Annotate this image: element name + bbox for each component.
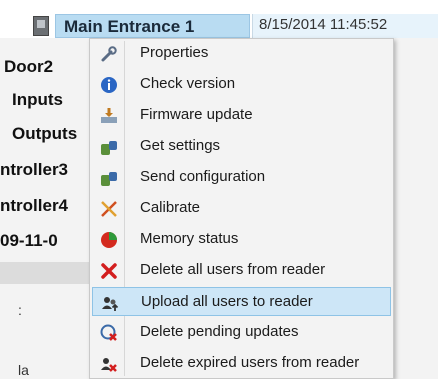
menu-item-delete-all-users[interactable]: Delete all users from reader — [92, 256, 391, 285]
selected-tree-node[interactable]: Main Entrance 1 — [55, 14, 250, 38]
menu-item-label: Delete pending updates — [140, 323, 299, 340]
upload-users-icon — [102, 297, 119, 311]
menu-item-send-configuration[interactable]: Send configuration — [92, 163, 391, 192]
menu-item-delete-pending-updates[interactable]: Delete pending updates — [92, 318, 391, 347]
tree-item-inputs[interactable]: Inputs — [12, 90, 63, 110]
send-config-icon — [101, 172, 117, 186]
menu-item-get-settings[interactable]: Get settings — [92, 132, 391, 161]
menu-item-delete-expired-users[interactable]: Delete expired users from reader — [92, 349, 391, 378]
menu-item-memory-status[interactable]: Memory status — [92, 225, 391, 254]
menu-item-label: Delete all users from reader — [140, 261, 326, 278]
tree-fragment: : — [18, 302, 22, 318]
pie-chart-icon — [101, 232, 117, 248]
red-x-icon — [101, 263, 117, 279]
tree-gray-band — [0, 262, 90, 284]
get-settings-icon — [101, 141, 117, 155]
menu-item-calibrate[interactable]: Calibrate — [92, 194, 391, 223]
menu-item-label: Get settings — [140, 137, 221, 154]
firmware-icon — [101, 108, 117, 123]
menu-item-firmware-update[interactable]: Firmware update — [92, 101, 391, 130]
menu-item-label: Upload all users to reader — [141, 293, 313, 310]
menu-item-label: Calibrate — [140, 199, 201, 216]
menu-item-label: Firmware update — [140, 106, 253, 123]
context-menu: Properties Check version Firmware update… — [89, 38, 394, 379]
timestamp-cell: 8/15/2014 11:45:52 — [252, 14, 438, 38]
wrench-icon — [101, 46, 117, 62]
menu-item-label: Send configuration — [140, 168, 266, 185]
controller-device-icon — [33, 16, 49, 36]
timestamp-value: 8/15/2014 11:45:52 — [259, 16, 388, 33]
tree-item-door2[interactable]: Door2 — [4, 57, 53, 77]
menu-item-label: Properties — [140, 44, 209, 61]
selected-node-label: Main Entrance 1 — [64, 17, 195, 36]
menu-item-label: Check version — [140, 75, 236, 92]
menu-item-properties[interactable]: Properties — [92, 39, 391, 68]
tree-item-controller3[interactable]: ntroller3 — [0, 160, 68, 180]
tree-item-date-node[interactable]: 09-11-0 — [0, 231, 58, 251]
delete-expired-icon — [101, 358, 117, 372]
delete-pending-icon — [100, 324, 117, 341]
menu-item-label: Memory status — [140, 230, 239, 247]
menu-item-upload-all-users[interactable]: Upload all users to reader — [92, 287, 391, 316]
menu-item-check-version[interactable]: Check version — [92, 70, 391, 99]
tree-fragment: la — [18, 362, 29, 378]
calibrate-icon — [101, 201, 117, 217]
info-icon — [101, 77, 117, 93]
tree-item-outputs[interactable]: Outputs — [12, 124, 77, 144]
tree-item-controller4[interactable]: ntroller4 — [0, 196, 68, 216]
menu-item-label: Delete expired users from reader — [140, 354, 360, 371]
